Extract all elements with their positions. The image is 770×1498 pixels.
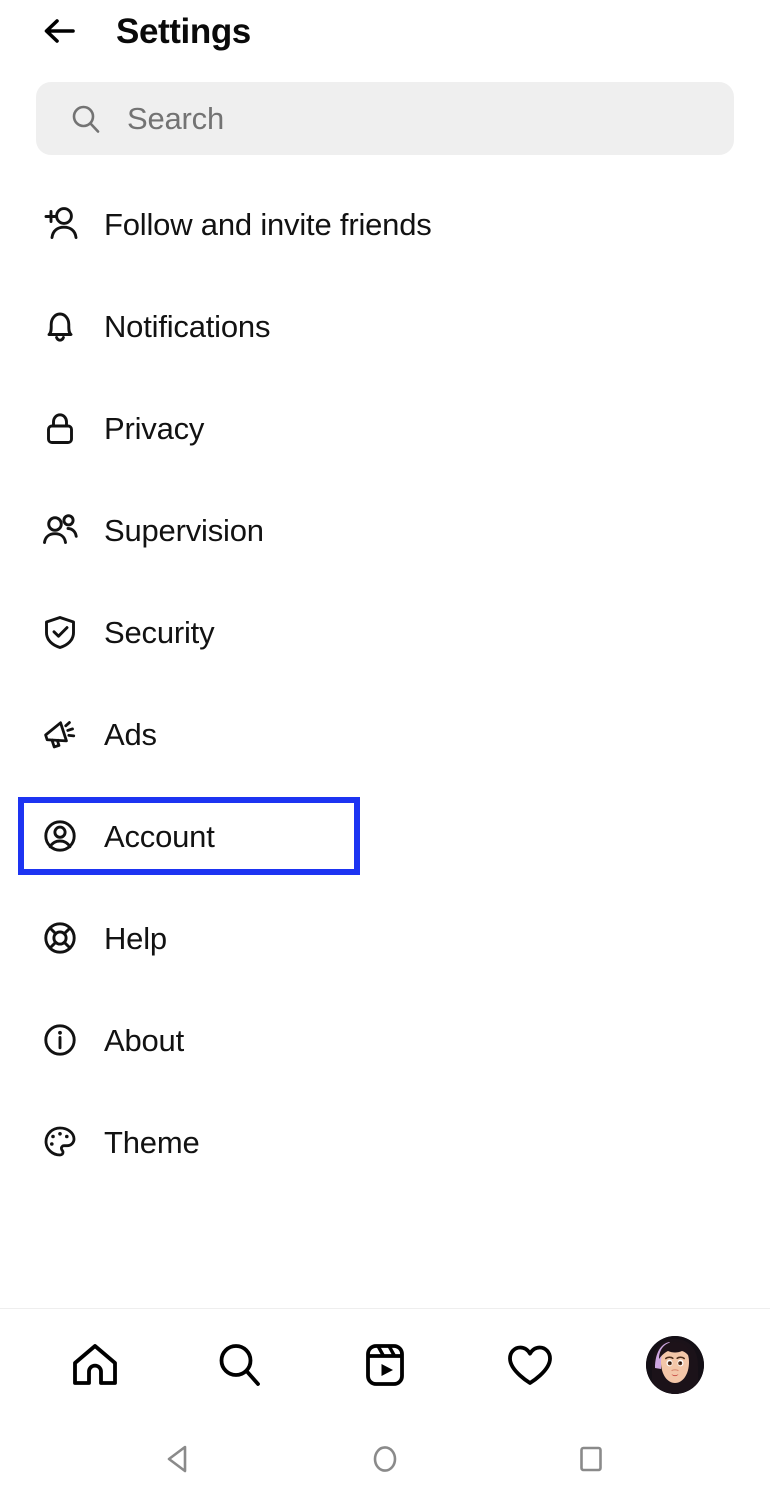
settings-item-theme[interactable]: Theme xyxy=(0,1091,770,1193)
search-section: Search xyxy=(0,62,770,155)
settings-item-label: Notifications xyxy=(104,308,271,344)
home-icon xyxy=(72,1343,117,1385)
settings-list: Follow and invite friends Notifications … xyxy=(0,155,770,1308)
search-input[interactable]: Search xyxy=(36,82,734,155)
settings-item-label: Ads xyxy=(104,716,157,752)
settings-item-label: Supervision xyxy=(104,512,264,548)
settings-item-ads[interactable]: Ads xyxy=(0,683,770,785)
android-system-navigation-bar xyxy=(0,1420,770,1498)
reels-icon xyxy=(366,1343,404,1386)
search-icon xyxy=(70,103,102,135)
bell-icon xyxy=(36,302,84,350)
megaphone-icon xyxy=(36,710,84,758)
nav-activity-button[interactable] xyxy=(494,1329,566,1401)
triangle-back-icon xyxy=(167,1445,187,1473)
arrow-left-icon xyxy=(44,19,75,43)
settings-item-label: Security xyxy=(104,614,215,650)
settings-item-label: Theme xyxy=(104,1124,200,1160)
system-home-button[interactable] xyxy=(357,1431,413,1487)
settings-item-help[interactable]: Help xyxy=(0,887,770,989)
shield-check-icon xyxy=(36,608,84,656)
settings-item-label: Account xyxy=(104,818,215,854)
people-icon xyxy=(36,506,84,554)
circle-home-icon xyxy=(373,1446,397,1472)
app-header: Settings xyxy=(0,0,770,62)
system-recents-button[interactable] xyxy=(563,1431,619,1487)
settings-item-security[interactable]: Security xyxy=(0,581,770,683)
avatar xyxy=(646,1335,705,1394)
life-ring-icon xyxy=(36,914,84,962)
page-title: Settings xyxy=(116,11,251,51)
nav-reels-button[interactable] xyxy=(349,1329,421,1401)
settings-item-about[interactable]: About xyxy=(0,989,770,1091)
settings-item-privacy[interactable]: Privacy xyxy=(0,377,770,479)
search-icon xyxy=(219,1343,260,1386)
heart-icon xyxy=(508,1345,553,1385)
palette-icon xyxy=(36,1118,84,1166)
settings-screen: Settings Search Follow and invite friend… xyxy=(0,0,770,1498)
account-circle-icon xyxy=(36,812,84,860)
settings-item-label: About xyxy=(104,1022,185,1058)
back-button[interactable] xyxy=(28,0,90,62)
settings-item-follow-and-invite-friends[interactable]: Follow and invite friends xyxy=(0,173,770,275)
info-circle-icon xyxy=(36,1016,84,1064)
settings-item-supervision[interactable]: Supervision xyxy=(0,479,770,581)
bottom-navigation-bar xyxy=(0,1308,770,1420)
person-add-icon xyxy=(36,200,84,248)
system-back-button[interactable] xyxy=(151,1431,207,1487)
nav-search-button[interactable] xyxy=(204,1329,276,1401)
settings-item-notifications[interactable]: Notifications xyxy=(0,275,770,377)
nav-home-button[interactable] xyxy=(59,1329,131,1401)
settings-item-label: Privacy xyxy=(104,410,205,446)
nav-profile-button[interactable] xyxy=(639,1329,711,1401)
settings-item-label: Help xyxy=(104,920,167,956)
settings-item-account[interactable]: Account xyxy=(18,797,360,875)
square-recents-icon xyxy=(580,1446,602,1472)
lock-icon xyxy=(36,404,84,452)
settings-item-label: Follow and invite friends xyxy=(104,206,432,242)
search-placeholder: Search xyxy=(127,100,225,136)
